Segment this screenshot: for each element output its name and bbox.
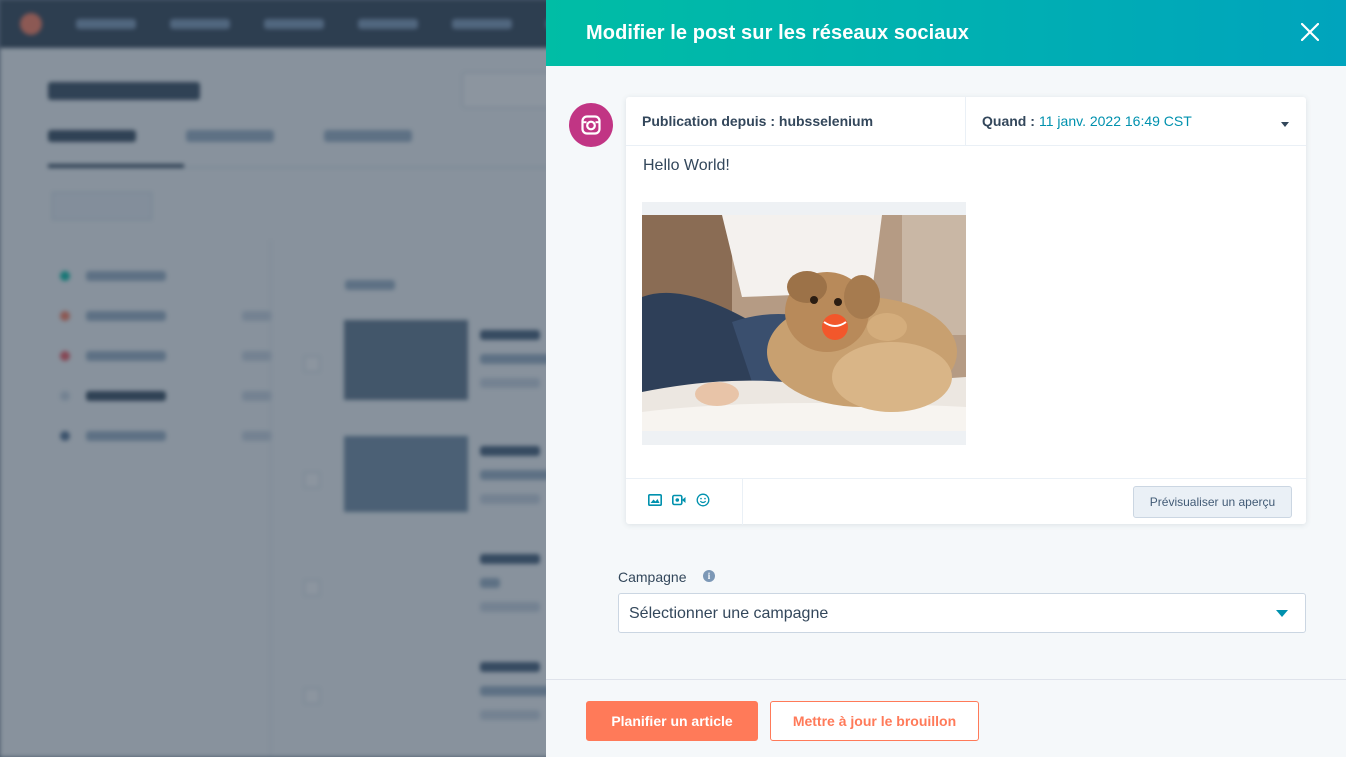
edit-post-panel: Modifier le post sur les réseaux sociaux… xyxy=(546,0,1346,757)
panel-title: Modifier le post sur les réseaux sociaux xyxy=(586,21,970,44)
composer-toolbar: Prévisualiser un aperçu xyxy=(626,478,1306,525)
schedule-post-button[interactable]: Planifier un article xyxy=(586,701,758,741)
post-composer: Publication depuis : hubsselenium Quand … xyxy=(626,97,1306,525)
video-icon-glyph xyxy=(672,494,686,506)
image-icon-glyph xyxy=(648,494,662,506)
info-icon[interactable]: i xyxy=(703,570,715,582)
post-body-text[interactable]: Hello World! xyxy=(643,157,730,175)
campaign-label: Campagne xyxy=(618,569,687,585)
dog-photo-image xyxy=(642,202,966,445)
emoji-icon-glyph xyxy=(696,493,710,507)
preview-button[interactable]: Prévisualiser un aperçu xyxy=(1133,486,1292,518)
toolbar-separator xyxy=(742,479,743,525)
video-icon[interactable] xyxy=(671,492,687,508)
modal-overlay[interactable] xyxy=(0,0,546,757)
campaign-select-value: Sélectionner une campagne xyxy=(629,605,829,622)
chevron-down-icon[interactable] xyxy=(1281,122,1289,127)
instagram-icon xyxy=(581,115,601,135)
schedule-datetime[interactable]: 11 janv. 2022 16:49 CST xyxy=(1039,113,1192,129)
chevron-down-icon xyxy=(1276,610,1288,617)
panel-footer: Planifier un article Mettre à jour le br… xyxy=(546,679,1346,757)
emoji-icon[interactable] xyxy=(695,492,711,508)
campaign-select[interactable]: Sélectionner une campagne xyxy=(618,593,1306,633)
update-draft-button[interactable]: Mettre à jour le brouillon xyxy=(770,701,979,741)
header-separator xyxy=(965,97,966,146)
publish-from-account[interactable]: Publication depuis : hubsselenium xyxy=(642,113,873,129)
post-image[interactable] xyxy=(642,202,966,445)
close-button[interactable] xyxy=(1294,16,1326,48)
composer-header: Publication depuis : hubsselenium Quand … xyxy=(626,97,1306,146)
panel-header: Modifier le post sur les réseaux sociaux xyxy=(546,0,1346,66)
when-label: Quand : xyxy=(982,113,1035,129)
instagram-account-avatar xyxy=(569,103,613,147)
close-icon xyxy=(1301,23,1319,41)
image-icon[interactable] xyxy=(647,492,663,508)
